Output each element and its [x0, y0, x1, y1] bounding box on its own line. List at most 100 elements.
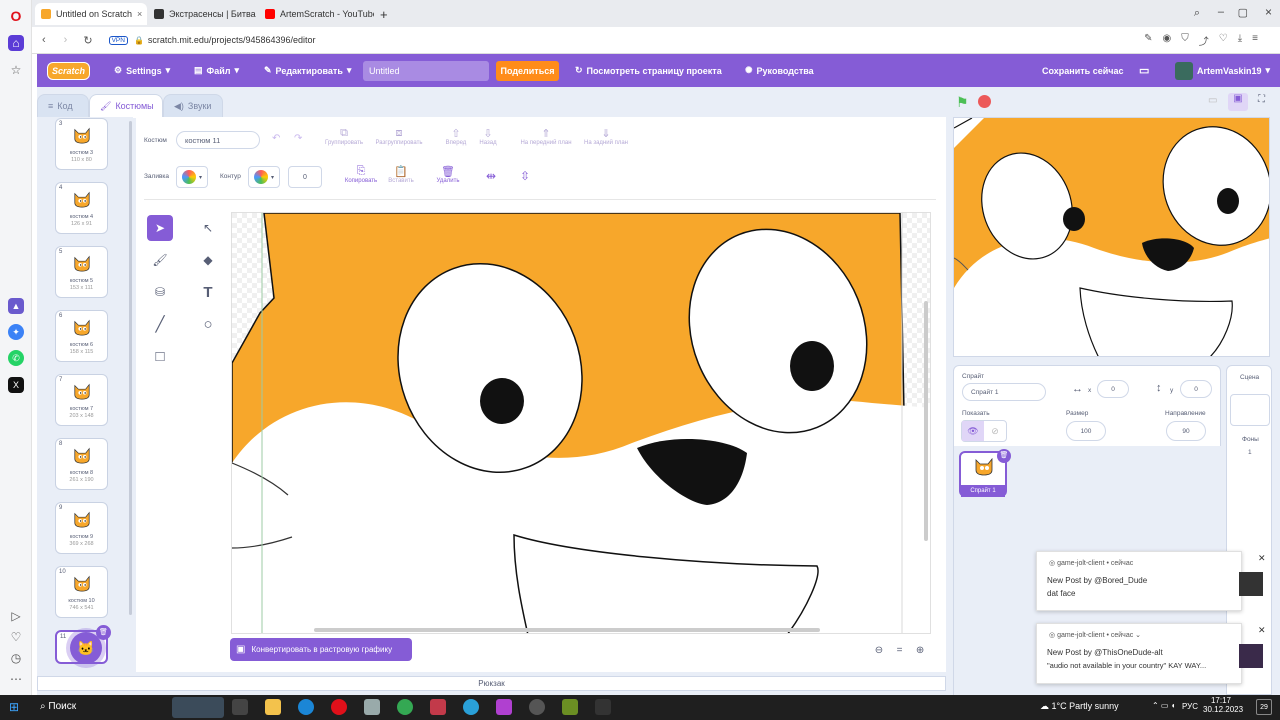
settings-menu[interactable]: ⚙ Settings ▾ — [114, 54, 170, 87]
zoom-in-icon[interactable]: ⊕ — [916, 645, 924, 656]
weather-widget[interactable]: ☁ 1°C Partly sunny — [1040, 701, 1119, 712]
music-player-icon[interactable]: ▷ — [8, 608, 24, 624]
reshape-tool[interactable]: ↖ — [195, 215, 221, 241]
paste-button[interactable]: 📋 Вставить — [382, 165, 420, 184]
fullscreen-icon[interactable]: ⛶ — [1258, 94, 1265, 105]
vpn-badge[interactable]: VPN — [108, 35, 128, 45]
outline-color-picker[interactable]: ▾ — [248, 166, 280, 188]
paint-app-icon[interactable] — [430, 699, 446, 715]
fill-color-picker[interactable]: ▾ — [176, 166, 208, 188]
language-indicator[interactable]: РУС — [1182, 702, 1198, 711]
zoom-out-icon[interactable]: ⊖ — [875, 645, 883, 656]
size-input[interactable]: 100 — [1066, 421, 1106, 441]
opera-taskbar-icon[interactable] — [331, 699, 347, 715]
search-tabs-icon[interactable]: ⌕ — [1194, 7, 1200, 20]
delete-button[interactable]: 🗑 Удалить — [432, 165, 464, 184]
undo-icon[interactable]: ↶ — [272, 133, 280, 144]
tray-icons[interactable]: ⌃ ▭ ◖ — [1152, 701, 1176, 710]
canvas-scrollbar-vertical[interactable] — [924, 301, 928, 541]
fill-tool[interactable]: ⛁ — [147, 279, 173, 305]
circle-tool[interactable]: ○ — [195, 311, 221, 337]
backpack-bar[interactable]: Рюкзак — [37, 676, 946, 691]
see-project-page-button[interactable]: ↻ Посмотреть страницу проекта — [575, 54, 722, 87]
account-menu[interactable]: ArtemVaskin19 ▾ — [1175, 54, 1270, 87]
select-tool[interactable]: ➤ — [147, 215, 173, 241]
menu-icon[interactable]: ≡ — [1252, 33, 1258, 48]
browser-tab-extrasens[interactable]: Экстрасенсы | Битва сил... — [148, 3, 258, 25]
hide-eye-icon[interactable]: ⊘ — [984, 421, 1006, 441]
edit-menu[interactable]: ✎ Редактировать ▾ — [264, 54, 351, 87]
notification-card[interactable]: ◎ game-jolt-client • сейчас New Post by … — [1036, 551, 1266, 611]
tab-sounds[interactable]: ◀) Звуки — [163, 94, 223, 118]
app-icon[interactable] — [562, 699, 578, 715]
normal-stage-icon[interactable]: ▣ — [1228, 93, 1248, 111]
flip-vertical-icon[interactable]: ⇳ — [520, 169, 530, 183]
costume-item[interactable]: 10 костюм 10 746 x 541 — [55, 566, 108, 618]
app-icon[interactable] — [364, 699, 380, 715]
close-notification-icon[interactable]: ✕ — [1258, 553, 1266, 564]
sprite-thumbnail[interactable]: Спрайт 1 🗑 — [959, 449, 1011, 497]
add-costume-button[interactable]: 🐱 — [70, 632, 102, 664]
costume-item[interactable]: 9 костюм 9 369 x 268 — [55, 502, 108, 554]
aria-icon[interactable]: ▲ — [8, 298, 24, 314]
messenger-icon[interactable]: ✦ — [8, 324, 24, 340]
small-stage-icon[interactable]: ▭ — [1208, 95, 1217, 106]
convert-to-bitmap-button[interactable]: ▣ Конвертировать в растровую графику — [230, 638, 412, 661]
green-flag-icon[interactable]: ⚑ — [956, 94, 969, 111]
home-icon[interactable]: ⌂ — [8, 35, 24, 51]
edge-icon[interactable] — [298, 699, 314, 715]
costume-list-scrollbar[interactable] — [129, 121, 132, 615]
costume-item[interactable]: 8 костюм 8 261 x 190 — [55, 438, 108, 490]
clock[interactable]: 17:17 30.12.2023 — [1203, 696, 1243, 714]
taskbar-search[interactable]: ⌕ Поиск — [40, 701, 76, 712]
tab-code[interactable]: ≡ Код — [37, 94, 89, 118]
back-icon[interactable]: ‹ — [42, 34, 46, 46]
brush-tool[interactable]: 🖌 — [147, 247, 173, 273]
tab-costumes[interactable]: 🖌 Костюмы — [89, 94, 163, 118]
redo-icon[interactable]: ↷ — [294, 133, 302, 144]
flip-horizontal-icon[interactable]: ⇹ — [486, 169, 496, 183]
stage-thumbnail[interactable] — [1230, 394, 1270, 426]
download-icon[interactable]: ⤓ — [1238, 33, 1242, 48]
my-stuff-icon[interactable]: ▭ — [1139, 54, 1149, 87]
more-icon[interactable]: ⋯ — [8, 671, 24, 687]
browser-tab-scratch[interactable]: Untitled on Scratch × — [35, 3, 147, 25]
costume-item[interactable]: 3 костюм 3 110 x 80 — [55, 118, 108, 170]
costume-item[interactable]: 5 костюм 5 153 x 111 — [55, 246, 108, 298]
edit-page-icon[interactable]: ✎ — [1144, 33, 1152, 48]
forward-icon[interactable]: › — [64, 34, 68, 46]
costume-item[interactable]: 7 костюм 7 203 x 148 — [55, 374, 108, 426]
share-icon[interactable]: ⤴ — [1199, 33, 1209, 48]
delete-sprite-icon[interactable]: 🗑 — [997, 449, 1011, 463]
close-tab-icon[interactable]: × — [137, 9, 142, 19]
back-button[interactable]: ⇓ На задний план — [578, 127, 634, 146]
file-menu[interactable]: ▤ Файл ▾ — [194, 54, 239, 87]
costume-item[interactable]: 4 костюм 4 126 x 91 — [55, 182, 108, 234]
close-notification-icon[interactable]: ✕ — [1258, 625, 1266, 636]
forward-button[interactable]: ⇧ Вперед — [441, 127, 471, 146]
history-icon[interactable]: ◷ — [8, 650, 24, 666]
reload-icon[interactable]: ↻ — [83, 34, 92, 47]
app-icon[interactable] — [529, 699, 545, 715]
group-button[interactable]: ⧉ Группировать — [324, 127, 364, 146]
app-icon[interactable] — [595, 699, 611, 715]
heart-icon[interactable]: ♡ — [8, 629, 24, 645]
ungroup-button[interactable]: ⧈ Разгруппировать — [372, 127, 426, 146]
copy-button[interactable]: ⎘ Копировать — [340, 165, 382, 184]
backward-button[interactable]: ⇩ Назад — [473, 127, 503, 146]
costume-name-input[interactable]: костюм 11 — [176, 131, 260, 149]
save-now-button[interactable]: Сохранить сейчас — [1042, 54, 1123, 87]
x-twitter-icon[interactable]: X — [8, 377, 24, 393]
share-button[interactable]: Поделиться — [496, 61, 559, 81]
windows-start-icon[interactable]: ⊞ — [9, 700, 19, 714]
costume-item[interactable]: 6 костюм 6 158 x 115 — [55, 310, 108, 362]
x-input[interactable]: 0 — [1097, 380, 1129, 398]
project-title-input[interactable]: Untitled — [363, 61, 489, 81]
sprite-name-input[interactable]: Спрайт 1 — [962, 383, 1046, 401]
star-icon[interactable]: ☆ — [8, 62, 24, 78]
opera-logo-icon[interactable]: O — [8, 8, 24, 24]
rectangle-tool[interactable]: □ — [147, 343, 173, 369]
tutorials-button[interactable]: ✺ Руководства — [745, 54, 814, 87]
line-tool[interactable]: ╱ — [147, 311, 173, 337]
browser-tab-youtube[interactable]: ArtemScratch - YouTube — [259, 3, 374, 25]
